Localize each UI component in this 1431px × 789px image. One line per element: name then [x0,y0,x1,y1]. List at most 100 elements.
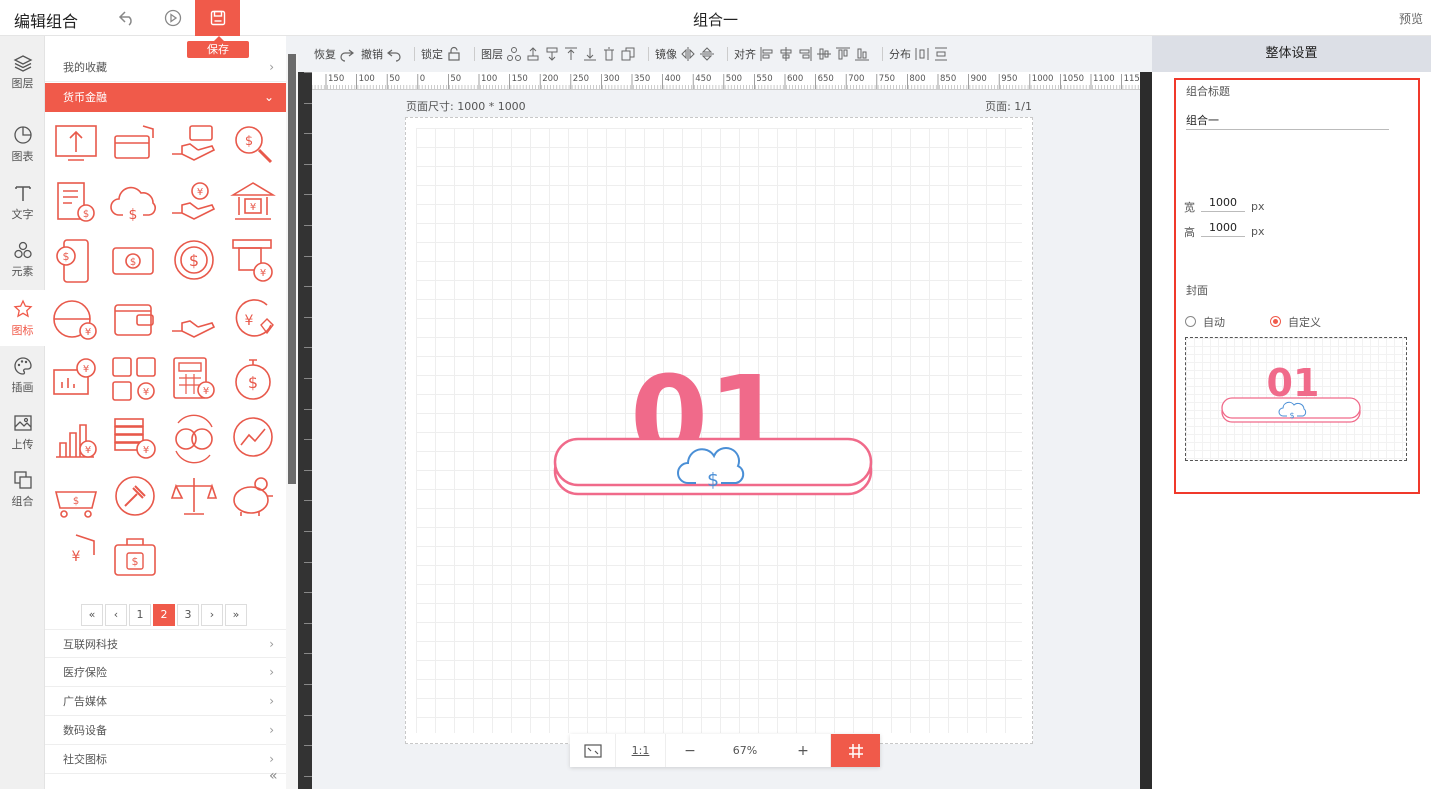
save-button[interactable] [195,0,240,36]
zoom-in-button[interactable]: + [776,734,831,767]
cart-dollar-icon[interactable]: $ [50,472,102,524]
width-input[interactable]: 1000 [1201,196,1245,212]
panel-scrollbar-thumb[interactable] [288,54,296,484]
play-preview-icon[interactable] [160,6,186,30]
group-artwork[interactable]: 01 $ [416,128,1022,733]
align-right-icon[interactable] [797,46,813,62]
group-title-input[interactable]: 组合一 [1186,112,1389,130]
globe-yen-icon[interactable]: ¥ [50,295,102,347]
grid-toggle-button[interactable] [831,734,880,767]
calculator-yen-icon[interactable]: ¥ [168,354,220,406]
copy-icon[interactable] [620,46,636,62]
nav-layers[interactable]: 图层 [0,44,45,100]
page-next-button[interactable]: › [201,604,223,626]
align-center-v-icon[interactable] [816,46,832,62]
phone-dollar-icon[interactable]: $ [50,236,102,288]
yen-diamond-icon[interactable]: ¥ [227,295,279,347]
ruler-vertical-tick [304,72,312,73]
wallet-icon[interactable] [109,295,161,347]
align-top-icon[interactable] [835,46,851,62]
cover-custom-radio[interactable] [1270,316,1281,327]
height-input[interactable]: 1000 [1201,221,1245,237]
nav-text[interactable]: 文字 [0,174,45,230]
distribute-vertical-icon[interactable] [933,46,949,62]
undo-button[interactable]: 撤销 [361,46,402,62]
nav-charts[interactable]: 图表 [0,116,45,172]
chevron-right-icon: › [269,665,274,679]
hand-yen-icon[interactable]: ¥ [168,177,220,229]
artboard[interactable]: 01 $ [405,117,1033,744]
nav-elements[interactable]: 元素 [0,231,45,287]
undo-icon [387,49,401,62]
distribute-horizontal-icon[interactable] [914,46,930,62]
redo-button[interactable]: 恢复 [314,46,355,62]
hand-card-icon[interactable] [168,118,220,170]
dollar-coin-icon[interactable]: $ [168,236,220,288]
bar-chart-yen-icon[interactable]: ¥ [50,413,102,465]
piggy-bank-icon[interactable] [227,472,279,524]
atm-yen-icon[interactable]: ¥ [227,236,279,288]
flip-horizontal-icon[interactable] [680,46,696,62]
group-icon[interactable] [506,46,522,62]
category-social-icons[interactable]: 社交图标 › [45,745,286,774]
stopwatch-dollar-icon[interactable]: $ [227,354,279,406]
send-backward-icon[interactable] [544,46,560,62]
category-medical-insurance[interactable]: 医疗保险 › [45,658,286,687]
category-digital-devices[interactable]: 数码设备 › [45,716,286,745]
align-left-icon[interactable] [759,46,775,62]
send-to-back-icon[interactable] [582,46,598,62]
coin-search-icon[interactable]: $ [227,118,279,170]
back-icon[interactable] [114,6,140,30]
bill-dollar-icon[interactable]: $ [50,177,102,229]
coin-stack-yen-icon[interactable]: ¥ [109,413,161,465]
cover-preview[interactable]: 01 $ [1185,337,1407,461]
nav-illustrations[interactable]: 插画 [0,347,45,403]
overall-settings-box: 组合标题 组合一 宽 1000 px 高 1000 px 封面 自动 自定义 0… [1174,78,1420,494]
page-prev-button[interactable]: ‹ [105,604,127,626]
ruler-vertical-tick [304,255,312,257]
page-1-button[interactable]: 1 [129,604,151,626]
preview-button[interactable]: 预览 [1399,10,1423,27]
cash-icon[interactable]: $ [109,236,161,288]
flip-vertical-icon[interactable] [699,46,715,62]
grid-yen-icon[interactable]: ¥ [109,354,161,406]
category-favorites[interactable]: 我的收藏 › [45,53,286,82]
nav-combine[interactable]: 组合 [0,461,45,517]
monitor-yen-icon[interactable]: ¥ [50,354,102,406]
cloud-dollar-icon[interactable]: $ [109,177,161,229]
bank-icon[interactable]: ¥ [227,177,279,229]
hand-plant-icon[interactable] [168,295,220,347]
briefcase-dollar-icon[interactable]: $ [109,531,161,583]
bring-to-front-icon[interactable] [563,46,579,62]
ruler-tick-label: 850 [940,74,956,84]
page-first-button[interactable]: « [81,604,103,626]
actual-size-button[interactable]: 1:1 [616,734,666,767]
align-center-h-icon[interactable] [778,46,794,62]
gavel-icon[interactable] [109,472,161,524]
page-2-button[interactable]: 2 [153,604,175,626]
page-3-button[interactable]: 3 [177,604,199,626]
collapse-panel-button[interactable]: « [269,768,278,784]
nav-icons[interactable]: 图标 [0,290,45,346]
chart-icon [13,125,32,144]
credit-card-shield-icon[interactable] [109,118,161,170]
delete-icon[interactable] [601,46,617,62]
fit-screen-button[interactable] [570,734,616,767]
category-finance[interactable]: 货币金融 ⌄ [45,83,286,112]
ruler-vertical-tick [304,378,312,379]
cover-auto-radio[interactable] [1185,316,1196,327]
money-chart-icon[interactable] [50,118,102,170]
bring-forward-icon[interactable] [525,46,541,62]
coins-exchange-icon[interactable] [168,413,220,465]
category-ad-media[interactable]: 广告媒体 › [45,687,286,716]
page-last-button[interactable]: » [225,604,247,626]
shield-yen-icon[interactable]: ¥ [50,531,102,583]
nav-upload[interactable]: 上传 [0,404,45,460]
svg-text:$: $ [132,555,139,568]
trend-up-icon[interactable] [227,413,279,465]
category-internet-tech[interactable]: 互联网科技 › [45,629,286,658]
scale-icon[interactable] [168,472,220,524]
lock-button[interactable]: 锁定 [421,46,462,62]
zoom-out-button[interactable]: − [666,734,714,767]
align-bottom-icon[interactable] [854,46,870,62]
